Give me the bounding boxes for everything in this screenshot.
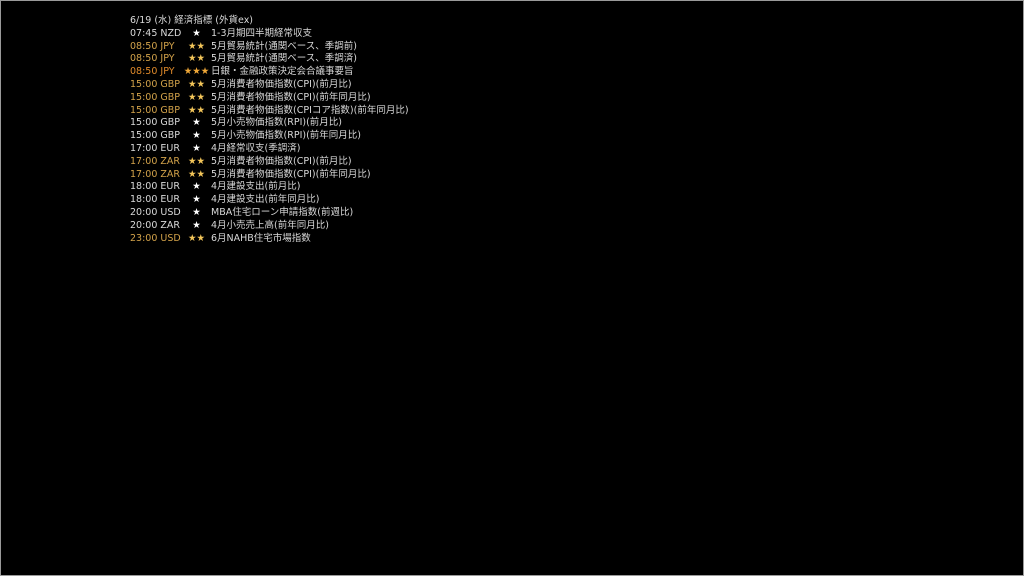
event-row: 18:00 EUR ★ 4月建設支出(前月比) [130, 181, 409, 194]
event-name: 1-3月期四半期経常収支 [211, 27, 313, 39]
importance-stars-icon: ★★ [187, 104, 206, 116]
event-time-currency: 20:00 USD [130, 206, 181, 218]
event-time-currency: 07:45 NZD [130, 27, 182, 39]
event-name: 5月消費者物価指数(CPI)(前月比) [211, 78, 352, 90]
importance-stars-icon: ★★ [187, 78, 206, 90]
importance-stars-icon: ★ [192, 130, 201, 142]
event-row: 17:00 EUR ★ 4月経常収支(季調済) [130, 143, 409, 156]
widget-frame: 6/19 (水) 経済指標 (外貨ex) 07:45 NZD ★ 1-3月期四半期経… [0, 0, 1024, 576]
importance-stars-icon: ★★ [187, 168, 206, 180]
event-row: 15:00 GBP ★ 5月小売物価指数(RPI)(前月比) [130, 117, 409, 130]
event-row: 20:00 ZAR ★ 4月小売売上高(前年同月比) [130, 220, 409, 233]
event-list: 07:45 NZD ★ 1-3月期四半期経常収支 08:50 JPY ★★ 5月貿易統計(… [130, 28, 409, 246]
importance-stars-icon: ★★ [187, 232, 206, 244]
event-time-currency: 15:00 GBP [130, 91, 181, 103]
event-name: 5月消費者物価指数(CPIコア指数)(前年同月比) [211, 104, 409, 116]
event-time-currency: 08:50 JPY [130, 66, 175, 78]
event-time-currency: 17:00 ZAR [130, 168, 181, 180]
event-name: 6月NAHB住宅市場指数 [211, 232, 311, 244]
event-time-currency: 23:00 USD [130, 232, 181, 244]
importance-stars-icon: ★ [192, 206, 201, 218]
event-row: 15:00 GBP ★★ 5月消費者物価指数(CPI)(前年同月比) [130, 92, 409, 105]
event-row: 08:50 JPY ★★★ 日銀・金融政策決定会合議事要旨 [130, 66, 409, 79]
economic-calendar-panel: 6/19 (水) 経済指標 (外貨ex) 07:45 NZD ★ 1-3月期四半期経… [130, 15, 409, 245]
event-name: 5月消費者物価指数(CPI)(前年同月比) [211, 168, 371, 180]
importance-stars-icon: ★ [192, 181, 201, 193]
importance-stars-icon: ★★ [187, 91, 206, 103]
event-row: 15:00 GBP ★★ 5月消費者物価指数(CPIコア指数)(前年同月比) [130, 105, 409, 118]
event-name: 4月小売売上高(前年同月比) [211, 219, 329, 231]
event-time-currency: 15:00 GBP [130, 130, 181, 142]
importance-stars-icon: ★★ [187, 53, 206, 65]
event-row: 18:00 EUR ★ 4月建設支出(前年同月比) [130, 194, 409, 207]
importance-stars-icon: ★ [192, 117, 201, 129]
event-row: 17:00 ZAR ★★ 5月消費者物価指数(CPI)(前月比) [130, 156, 409, 169]
event-name: 4月経常収支(季調済) [211, 142, 301, 154]
importance-stars-icon: ★★★ [183, 66, 210, 78]
event-row: 15:00 GBP ★ 5月小売物価指数(RPI)(前年同月比) [130, 130, 409, 143]
event-name: 日銀・金融政策決定会合議事要旨 [211, 66, 354, 78]
calendar-title: 6/19 (水) 経済指標 (外貨ex) [130, 15, 254, 26]
event-name: 4月建設支出(前月比) [211, 181, 301, 193]
event-name: 5月消費者物価指数(CPI)(前月比) [211, 155, 352, 167]
event-name: 4月建設支出(前年同月比) [211, 194, 320, 206]
event-name: 5月貿易統計(通関ベース、季調前) [211, 40, 357, 52]
event-time-currency: 18:00 EUR [130, 194, 180, 206]
event-row: 07:45 NZD ★ 1-3月期四半期経常収支 [130, 28, 409, 41]
importance-stars-icon: ★ [192, 142, 201, 154]
importance-stars-icon: ★★ [187, 40, 206, 52]
event-row: 17:00 ZAR ★★ 5月消費者物価指数(CPI)(前年同月比) [130, 169, 409, 182]
event-time-currency: 15:00 GBP [130, 104, 181, 116]
event-name: 5月小売物価指数(RPI)(前月比) [211, 117, 343, 129]
event-time-currency: 20:00 ZAR [130, 219, 181, 231]
event-time-currency: 15:00 GBP [130, 117, 181, 129]
importance-stars-icon: ★ [192, 219, 201, 231]
event-row: 15:00 GBP ★★ 5月消費者物価指数(CPI)(前月比) [130, 79, 409, 92]
event-time-currency: 17:00 ZAR [130, 155, 181, 167]
importance-stars-icon: ★ [192, 194, 201, 206]
event-name: 5月消費者物価指数(CPI)(前年同月比) [211, 91, 371, 103]
event-name: 5月貿易統計(通関ベース、季調済) [211, 53, 357, 65]
event-row: 20:00 USD ★ MBA住宅ローン申請指数(前週比) [130, 207, 409, 220]
event-name: MBA住宅ローン申請指数(前週比) [211, 206, 354, 218]
event-row: 08:50 JPY ★★ 5月貿易統計(通関ベース、季調前) [130, 41, 409, 54]
importance-stars-icon: ★ [192, 27, 201, 39]
event-time-currency: 17:00 EUR [130, 142, 180, 154]
event-row: 23:00 USD ★★ 6月NAHB住宅市場指数 [130, 233, 409, 246]
event-time-currency: 18:00 EUR [130, 181, 180, 193]
event-time-currency: 08:50 JPY [130, 53, 175, 65]
event-name: 5月小売物価指数(RPI)(前年同月比) [211, 130, 362, 142]
event-time-currency: 08:50 JPY [130, 40, 175, 52]
event-time-currency: 15:00 GBP [130, 78, 181, 90]
importance-stars-icon: ★★ [187, 155, 206, 167]
event-row: 08:50 JPY ★★ 5月貿易統計(通関ベース、季調済) [130, 53, 409, 66]
